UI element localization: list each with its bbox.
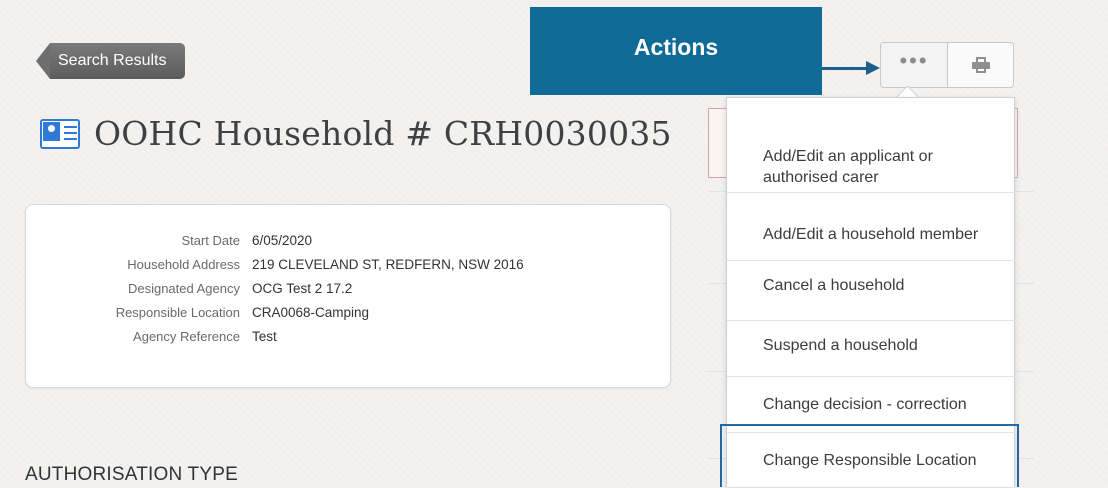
menu-item-change-responsible-location[interactable]: Change Responsible Location xyxy=(727,432,1015,488)
detail-label: Designated Agency xyxy=(127,280,240,296)
menu-item-label: Suspend a household xyxy=(763,337,918,354)
menu-item-label: Change decision - correction xyxy=(763,396,967,413)
action-toolbar: ••• xyxy=(880,42,1014,88)
back-arrow-icon xyxy=(36,42,50,79)
actions-dropdown-menu: Add/Edit an applicant or authorised care… xyxy=(726,97,1015,487)
detail-value: CRA0068-Camping xyxy=(252,304,370,320)
detail-value: 219 CLEVELAND ST, REDFERN, NSW 2016 xyxy=(252,256,524,272)
detail-row-household-address: Household Address 219 CLEVELAND ST, REDF… xyxy=(50,252,524,276)
menu-item-label: Add/Edit an applicant or authorised care… xyxy=(763,148,933,186)
id-card-icon xyxy=(40,117,84,151)
detail-label: Responsible Location xyxy=(115,304,240,320)
annotation-arrow-icon xyxy=(866,61,880,75)
detail-row-start-date: Start Date 6/05/2020 xyxy=(50,228,524,252)
annotation-arrow-line xyxy=(822,67,870,70)
detail-value: OCG Test 2 17.2 xyxy=(252,280,353,296)
menu-item-change-decision-correction[interactable]: Change decision - correction xyxy=(727,376,1015,432)
print-button[interactable] xyxy=(948,43,1013,87)
printer-icon xyxy=(971,57,990,73)
menu-item-label: Add/Edit a household member xyxy=(763,226,979,243)
more-actions-button[interactable]: ••• xyxy=(881,43,948,87)
detail-label: Agency Reference xyxy=(133,328,240,344)
menu-item-add-edit-applicant[interactable]: Add/Edit an applicant or authorised care… xyxy=(727,138,997,196)
back-button-label: Search Results xyxy=(50,42,185,79)
menu-item-label: Change Responsible Location xyxy=(763,452,977,469)
detail-label: Start Date xyxy=(181,232,240,248)
detail-row-designated-agency: Designated Agency OCG Test 2 17.2 xyxy=(50,276,524,300)
back-to-search-results-button[interactable]: Search Results xyxy=(36,42,185,79)
ellipsis-icon: ••• xyxy=(899,48,929,73)
detail-value: Test xyxy=(252,328,277,344)
menu-item-label: Cancel a household xyxy=(763,277,905,294)
page-header: OOHC Household # CRH0030035 xyxy=(40,114,672,153)
household-details-table: Start Date 6/05/2020 Household Address 2… xyxy=(50,228,524,348)
page-title: OOHC Household # CRH0030035 xyxy=(94,114,672,153)
household-details-card: Start Date 6/05/2020 Household Address 2… xyxy=(25,204,671,388)
menu-item-cancel-household[interactable]: Cancel a household xyxy=(727,260,1015,310)
menu-item-suspend-household[interactable]: Suspend a household xyxy=(727,320,1015,370)
detail-row-agency-reference: Agency Reference Test xyxy=(50,324,524,348)
actions-annotation-label: Actions xyxy=(633,34,719,60)
detail-label: Household Address xyxy=(127,256,240,272)
detail-row-responsible-location: Responsible Location CRA0068-Camping xyxy=(50,300,524,324)
detail-value: 6/05/2020 xyxy=(252,232,313,248)
authorisation-type-heading: AUTHORISATION TYPE xyxy=(25,464,238,485)
actions-annotation-banner: Actions xyxy=(530,7,822,95)
